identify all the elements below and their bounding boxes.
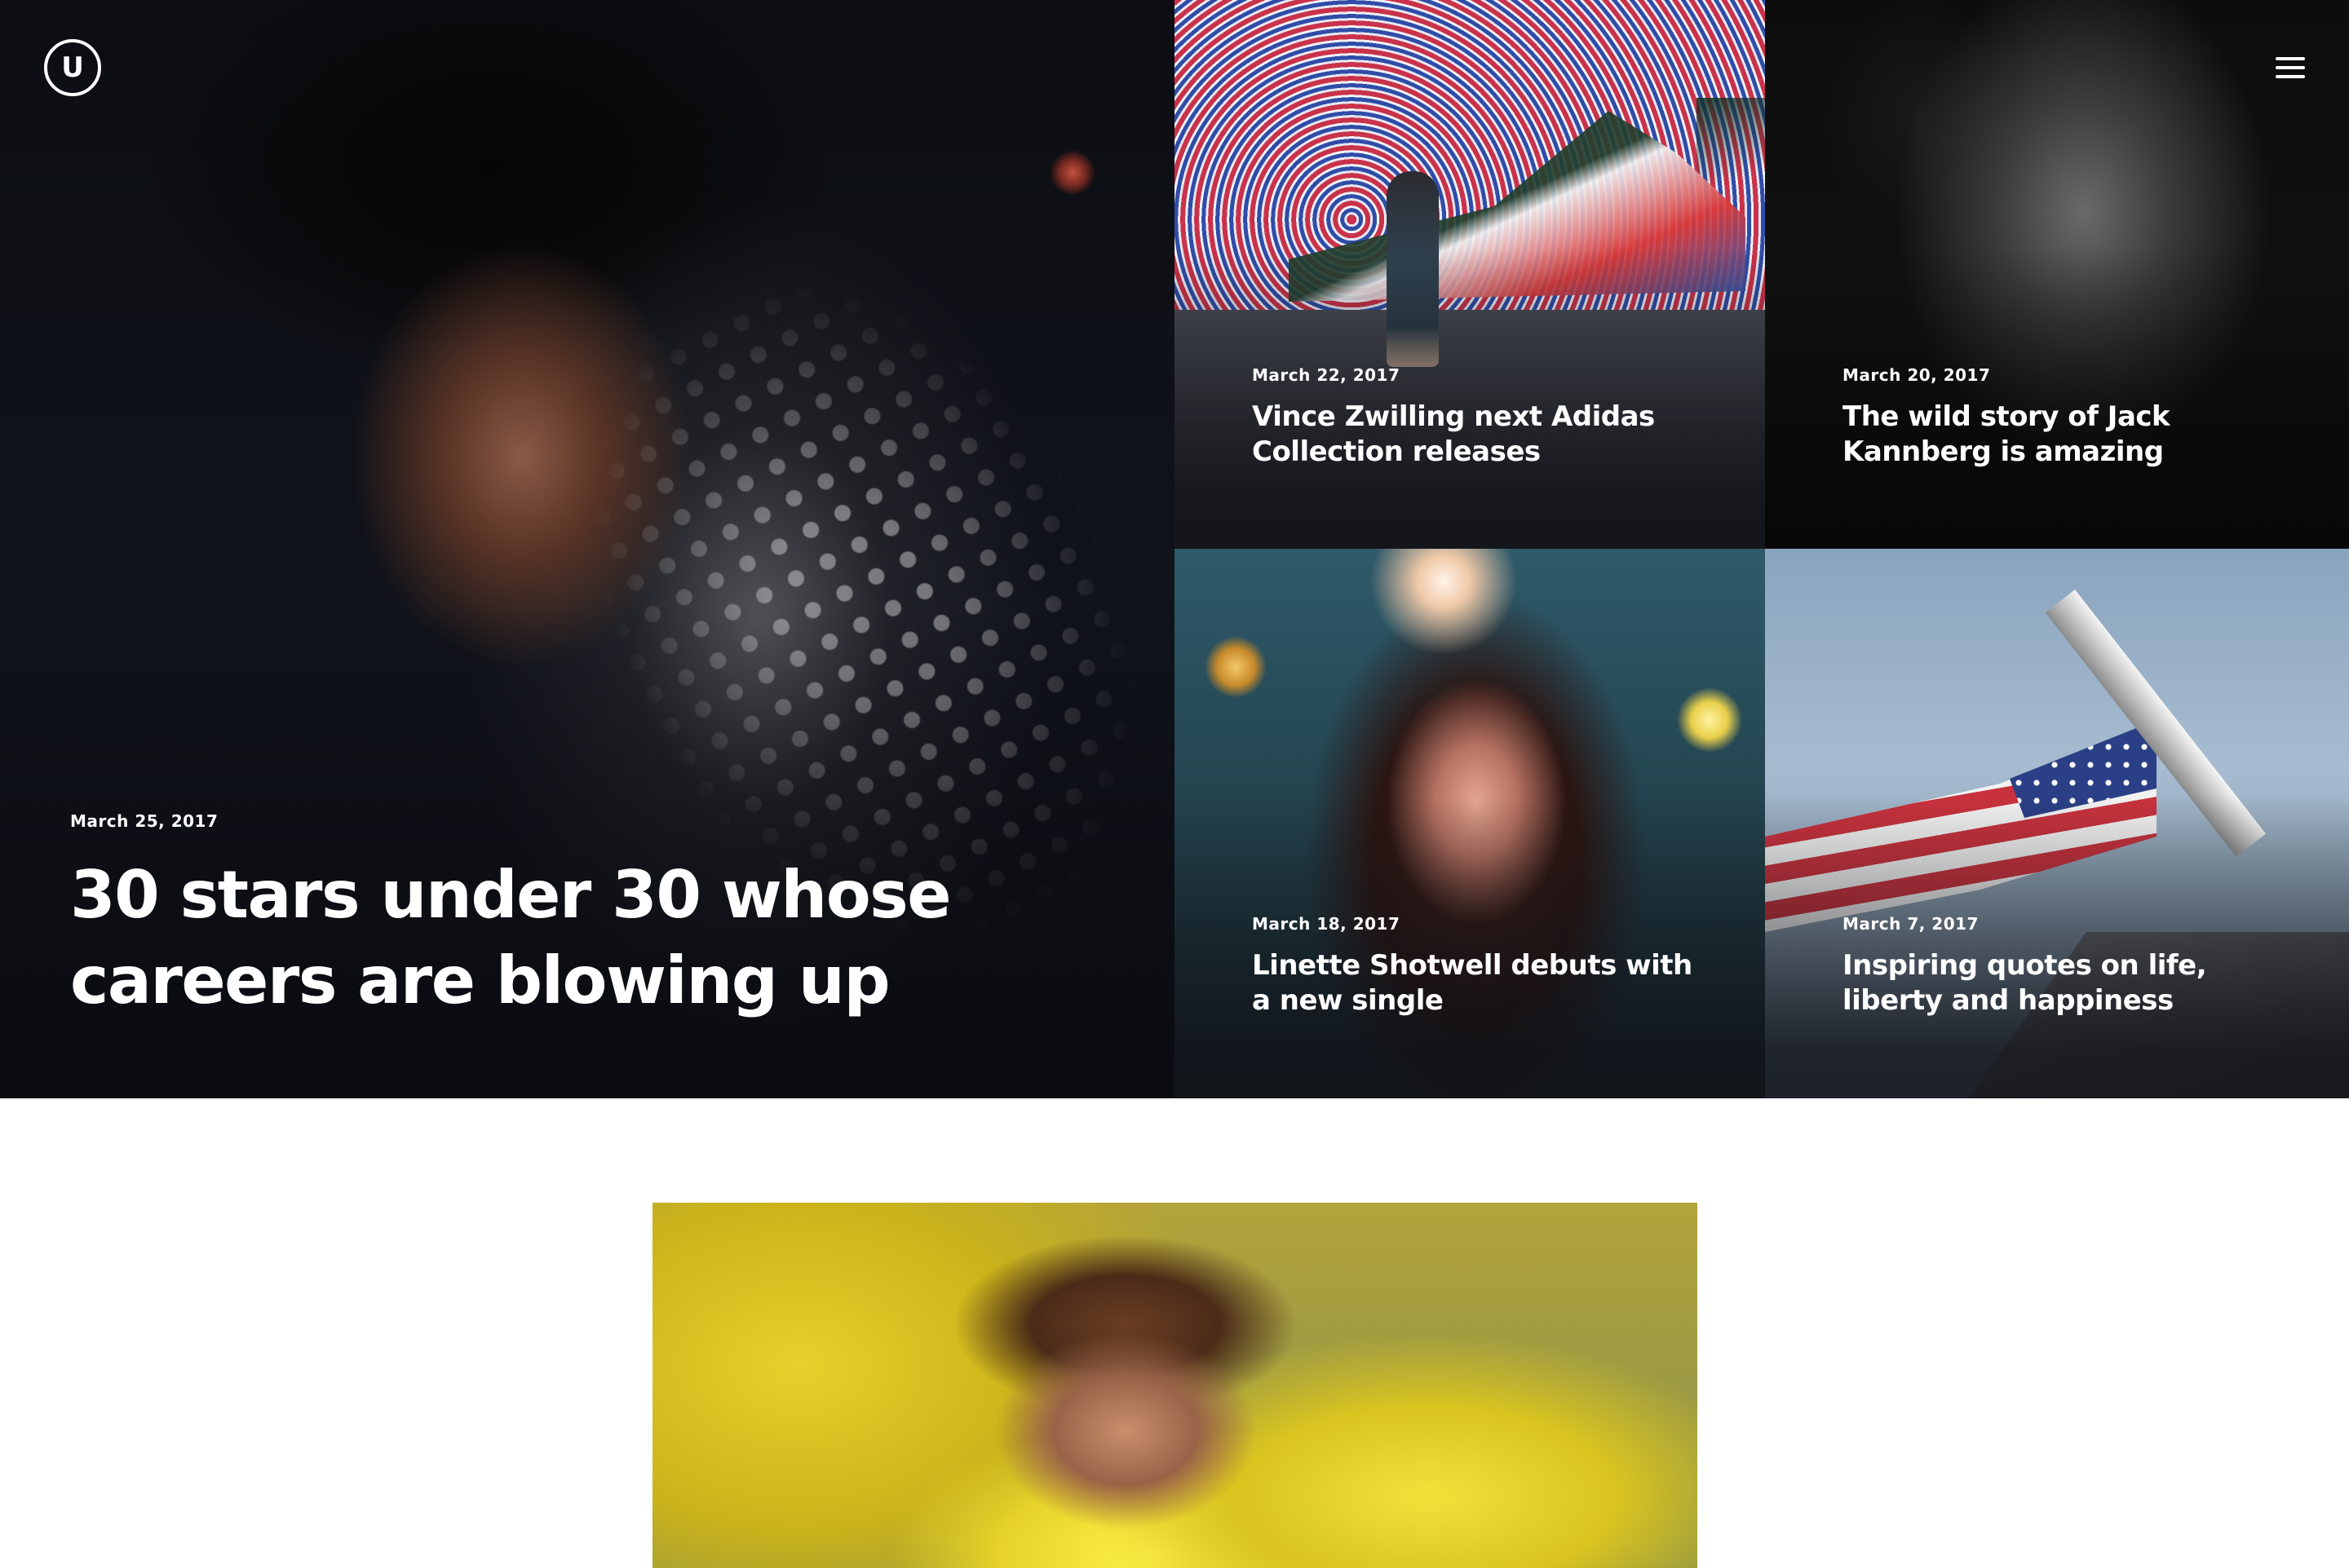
post-date: March 18, 2017 bbox=[1252, 914, 1400, 934]
post-title[interactable]: Vince Zwilling next Adidas Collection re… bbox=[1252, 400, 1709, 470]
post-title[interactable]: The wild story of Jack Kannberg is amazi… bbox=[1842, 400, 2299, 470]
post-meta: March 20, 2017 The wild story of Jack Ka… bbox=[1842, 365, 2299, 470]
post-card-jack-kannberg[interactable]: March 20, 2017 The wild story of Jack Ka… bbox=[1765, 0, 2349, 549]
post-card-linette-shotwell[interactable]: March 18, 2017 Linette Shotwell debuts w… bbox=[1174, 549, 1765, 1098]
post-feature-image-yellow-smoke[interactable] bbox=[652, 1203, 1697, 1568]
featured-post-date: March 25, 2017 bbox=[70, 811, 219, 831]
post-meta: March 18, 2017 Linette Shotwell debuts w… bbox=[1252, 914, 1709, 1018]
post-title[interactable]: Inspiring quotes on life, liberty and ha… bbox=[1842, 948, 2299, 1018]
site-logo-icon[interactable]: U bbox=[44, 39, 101, 96]
featured-post-card[interactable]: March 25, 2017 30 stars under 30 whose c… bbox=[0, 0, 1174, 1098]
post-date: March 7, 2017 bbox=[1842, 914, 1979, 934]
menu-line bbox=[2276, 75, 2305, 78]
post-card-adidas[interactable]: March 22, 2017 Vince Zwilling next Adida… bbox=[1174, 0, 1765, 549]
post-title[interactable]: Linette Shotwell debuts with a new singl… bbox=[1252, 948, 1709, 1018]
post-meta: March 22, 2017 Vince Zwilling next Adida… bbox=[1252, 365, 1709, 470]
post-date: March 22, 2017 bbox=[1252, 365, 1400, 385]
post-date: March 20, 2017 bbox=[1842, 365, 1991, 385]
hamburger-menu-icon[interactable] bbox=[2276, 55, 2305, 80]
featured-post-meta: March 25, 2017 30 stars under 30 whose c… bbox=[70, 811, 967, 1023]
featured-post-title[interactable]: 30 stars under 30 whose careers are blow… bbox=[70, 852, 967, 1023]
hero-grid: March 25, 2017 30 stars under 30 whose c… bbox=[0, 0, 2349, 1098]
menu-line bbox=[2276, 66, 2305, 69]
menu-line bbox=[2276, 57, 2305, 60]
post-meta: March 7, 2017 Inspiring quotes on life, … bbox=[1842, 914, 2299, 1018]
post-card-liberty-quotes[interactable]: March 7, 2017 Inspiring quotes on life, … bbox=[1765, 549, 2349, 1098]
